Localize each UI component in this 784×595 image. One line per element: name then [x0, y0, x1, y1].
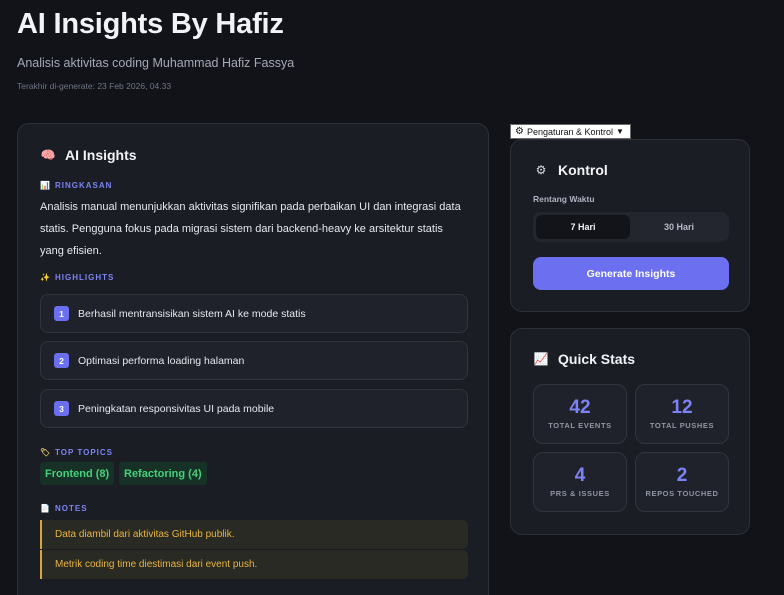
notes-label-text: NOTES	[55, 504, 88, 513]
highlights-label-text: HIGHLIGHTS	[55, 273, 115, 282]
bar-chart-icon: 📊	[40, 181, 51, 190]
highlight-item: 2 Optimasi performa loading halaman	[40, 341, 468, 380]
gear-icon: ⚙	[515, 126, 524, 137]
stat-label: TOTAL EVENTS	[548, 421, 612, 430]
stat-value: 4	[574, 465, 586, 486]
highlight-item: 3 Peningkatan responsivitas UI pada mobi…	[40, 389, 468, 428]
stat-label: TOTAL PUSHES	[649, 421, 715, 430]
topic-chip-refactoring: Refactoring (4)	[119, 462, 207, 485]
stat-tile-prs-issues: 4 PRS & ISSUES	[533, 452, 627, 512]
stat-tile-total-pushes: 12 TOTAL PUSHES	[635, 384, 729, 444]
control-card: ⚙ Kontrol Rentang Waktu 7 Hari 30 Hari G…	[510, 139, 750, 312]
stat-value: 42	[569, 397, 591, 418]
note-item: Data diambil dari aktivitas GitHub publi…	[40, 520, 468, 549]
memo-icon: 📄	[40, 504, 51, 513]
sparkles-icon: ✨	[40, 273, 51, 282]
last-generated-timestamp: Terakhir di-generate: 23 Feb 2026, 04.33	[17, 81, 172, 91]
highlight-number-badge: 3	[54, 401, 69, 416]
note-item: Metrik coding time diestimasi dari event…	[40, 550, 468, 579]
highlight-text: Berhasil mentransisikan sistem AI ke mod…	[78, 307, 306, 320]
time-range-toggle: 7 Hari 30 Hari	[533, 212, 729, 242]
highlight-text: Optimasi performa loading halaman	[78, 354, 245, 367]
quick-stats-title: Quick Stats	[558, 351, 636, 367]
page-subtitle: Analisis aktivitas coding Muhammad Hafiz…	[17, 56, 295, 70]
highlight-number-badge: 2	[54, 353, 69, 368]
ai-insights-heading: 🧠 AI Insights	[40, 147, 137, 163]
ai-insights-card: 🧠 AI Insights 📊 RINGKASAN Analisis manua…	[17, 123, 489, 595]
generate-insights-button[interactable]: Generate Insights	[533, 257, 729, 290]
summary-text: Analisis manual menunjukkan aktivitas si…	[40, 201, 461, 257]
stat-tile-repos-touched: 2 REPOS TOUCHED	[635, 452, 729, 512]
settings-toggle-button[interactable]: ⚙ Pengaturan & Kontrol ▼	[510, 124, 631, 139]
time-range-label: Rentang Waktu	[533, 194, 595, 204]
stat-label: PRS & ISSUES	[550, 489, 610, 498]
chart-increasing-icon: 📈	[533, 352, 549, 366]
stat-label: REPOS TOUCHED	[645, 489, 719, 498]
tag-icon: 🏷	[40, 448, 52, 457]
quick-stats-heading: 📈 Quick Stats	[533, 351, 636, 367]
settings-toggle-label: Pengaturan & Kontrol	[526, 126, 614, 137]
summary-section-label: 📊 RINGKASAN	[40, 181, 112, 190]
control-title: Kontrol	[558, 162, 608, 178]
stat-tile-total-events: 42 TOTAL EVENTS	[533, 384, 627, 444]
highlight-item: 1 Berhasil mentransisikan sistem AI ke m…	[40, 294, 468, 333]
highlight-number-badge: 1	[54, 306, 69, 321]
ai-insights-title: AI Insights	[65, 147, 137, 163]
quick-stats-card: 📈 Quick Stats 42 TOTAL EVENTS 12 TOTAL P…	[510, 328, 750, 535]
range-option-30-days[interactable]: 30 Hari	[632, 215, 726, 239]
notes-section-label: 📄 NOTES	[40, 504, 88, 513]
top-topics-section-label: 🏷 TOP TOPICS	[40, 448, 113, 457]
top-topics-label-text: TOP TOPICS	[55, 448, 114, 457]
stat-value: 2	[676, 465, 688, 486]
summary-label-text: RINGKASAN	[55, 181, 113, 190]
control-heading: ⚙ Kontrol	[533, 162, 608, 178]
page-title: AI Insights By Hafiz	[17, 8, 284, 40]
gear-icon: ⚙	[535, 163, 547, 177]
highlight-text: Peningkatan responsivitas UI pada mobile	[78, 402, 275, 415]
triangle-down-icon: ▼	[616, 127, 624, 136]
stat-value: 12	[671, 397, 693, 418]
topic-chip-frontend: Frontend (8)	[40, 462, 115, 485]
range-option-7-days[interactable]: 7 Hari	[536, 215, 630, 239]
brain-icon: 🧠	[40, 148, 56, 162]
highlights-section-label: ✨ HIGHLIGHTS	[40, 273, 114, 282]
